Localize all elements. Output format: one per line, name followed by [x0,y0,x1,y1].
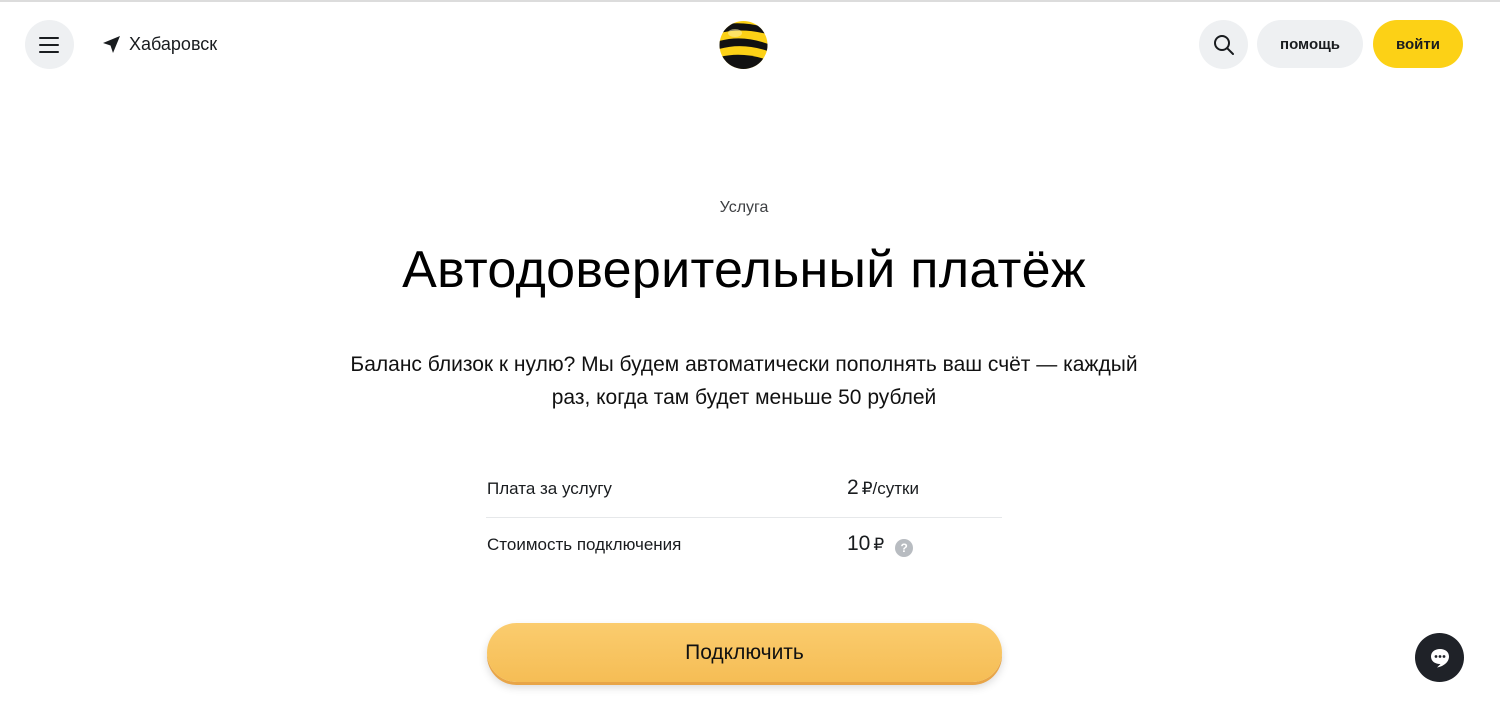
param-value: 10 ₽ ? [847,532,914,557]
chat-icon [1430,648,1449,667]
param-value: 2 ₽/сутки [847,476,919,500]
param-label: Плата за услугу [487,479,612,498]
search-button[interactable] [1199,20,1248,69]
question-icon[interactable]: ? [895,539,914,557]
service-description: Баланс близок к нулю? Мы будем автоматич… [350,353,1138,409]
param-unit: ₽/сутки [861,479,919,498]
page-title: Автодоверительный платёж [402,241,1086,299]
city-selector[interactable]: Хабаровск [102,34,217,55]
param-row-connection: Стоимость подключения 10 ₽ ? [486,518,1002,578]
param-number: 2 [847,476,859,499]
menu-button[interactable] [25,20,74,69]
service-params: Плата за услугу 2 ₽/сутки Стоимость подк… [486,462,1002,578]
chat-button[interactable] [1415,633,1464,682]
top-border [0,0,1500,2]
hamburger-icon [38,36,59,53]
param-row-fee: Плата за услугу 2 ₽/сутки [486,462,1002,518]
beeline-logo[interactable] [718,21,769,69]
param-number: 10 [847,532,871,555]
city-label: Хабаровск [129,34,218,54]
search-icon [1213,34,1234,55]
location-arrow-icon [103,36,120,53]
service-eyebrow: Услуга [719,199,769,216]
help-button[interactable]: помощь [1257,20,1363,68]
param-unit: ₽ [873,535,885,554]
login-button[interactable]: войти [1373,20,1463,68]
param-label: Стоимость подключения [487,535,682,554]
connect-button[interactable]: Подключить [487,623,1002,682]
